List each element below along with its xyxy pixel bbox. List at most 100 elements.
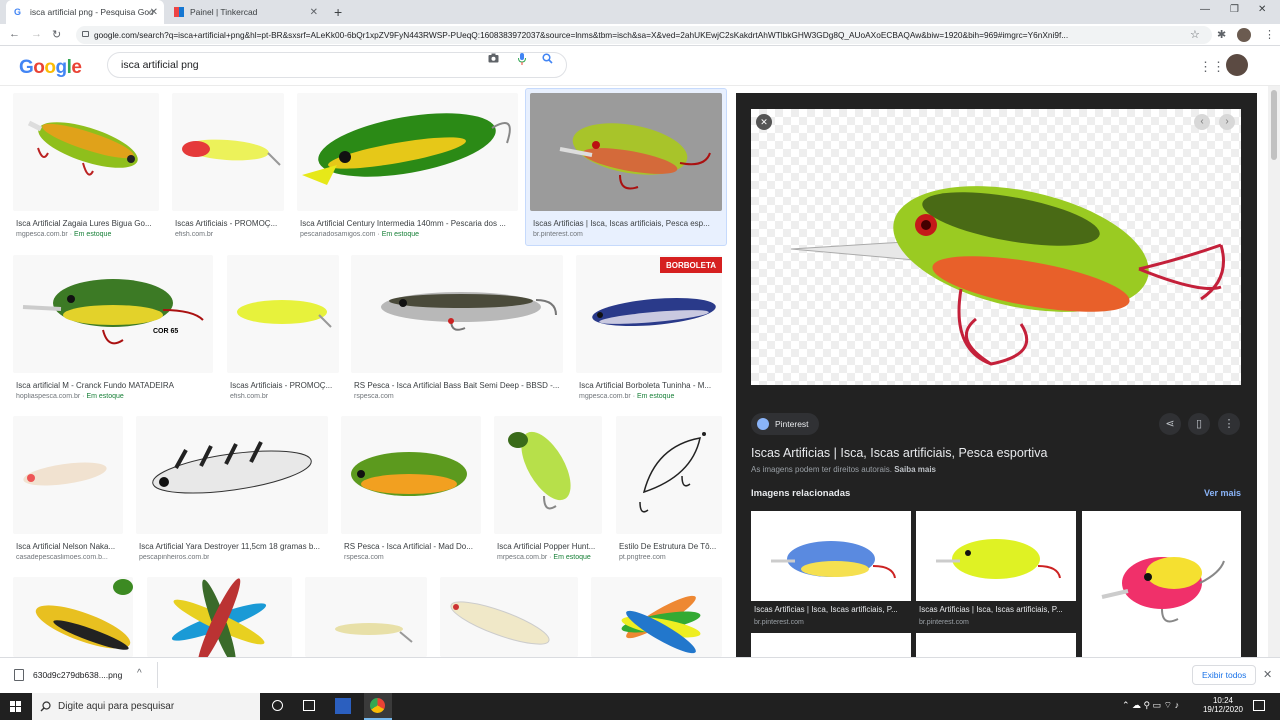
related-caption[interactable]: Iscas Artificias | Isca, Iscas artificia… bbox=[919, 605, 1075, 614]
google-logo[interactable]: Google bbox=[19, 57, 82, 79]
back-icon[interactable]: ← bbox=[9, 28, 20, 40]
close-download-bar-icon[interactable]: ✕ bbox=[1263, 668, 1272, 681]
camera-icon[interactable] bbox=[488, 53, 499, 66]
taskbar-app-icon[interactable] bbox=[335, 698, 351, 714]
result-thumbnail[interactable]: BORBOLETA bbox=[576, 255, 722, 373]
share-icon[interactable]: ⋖ bbox=[1159, 413, 1181, 435]
close-tab-icon[interactable]: ✕ bbox=[150, 7, 158, 18]
result-thumbnail[interactable] bbox=[136, 416, 328, 534]
result-caption[interactable]: Isca Artificial Nelson Naka... bbox=[16, 542, 122, 551]
search-icon[interactable] bbox=[542, 53, 553, 67]
chevron-up-icon[interactable]: ^ bbox=[137, 668, 142, 679]
result-source: mrpesca.com.br · Em estoque bbox=[497, 554, 591, 561]
result-thumbnail[interactable] bbox=[440, 577, 578, 657]
result-caption[interactable]: RS Pesca - Isca Artificial Bass Bait Sem… bbox=[354, 381, 562, 390]
show-all-button[interactable]: Exibir todos bbox=[1192, 665, 1257, 685]
apps-grid-icon[interactable]: ⋮⋮ bbox=[1199, 59, 1225, 75]
result-thumbnail[interactable] bbox=[341, 416, 481, 534]
restore-icon[interactable]: ❐ bbox=[1230, 4, 1239, 15]
taskbar-search-input[interactable]: Digite aqui para pesquisar bbox=[32, 693, 260, 720]
result-thumbnail[interactable] bbox=[494, 416, 602, 534]
source-site-chip[interactable]: Pinterest bbox=[751, 413, 819, 435]
see-more-link[interactable]: Ver mais bbox=[1204, 488, 1241, 498]
clock[interactable]: 10:24 19/12/2020 bbox=[1201, 696, 1245, 714]
result-caption[interactable]: Iscas Artificias | Isca, Iscas artificia… bbox=[533, 219, 721, 228]
result-thumbnail[interactable] bbox=[13, 416, 123, 534]
related-caption[interactable]: Iscas Artificias | Isca, Iscas artificia… bbox=[754, 605, 910, 614]
profile-avatar[interactable] bbox=[1237, 28, 1251, 42]
tab-title: isca artificial png - Pesquisa Goo bbox=[30, 7, 154, 17]
result-thumbnail[interactable] bbox=[13, 93, 159, 211]
related-image[interactable] bbox=[1082, 511, 1241, 657]
tab-tinkercad[interactable]: Painel | Tinkercad ✕ bbox=[166, 0, 324, 24]
tray-icons[interactable]: ⌃ ☁ ⚲ ▭ ⌔ ♪ bbox=[1122, 700, 1179, 711]
result-thumbnail[interactable] bbox=[172, 93, 284, 211]
result-caption[interactable]: RS Pesca - Isca Artificial - Mad Do... bbox=[344, 542, 480, 551]
result-source: efish.com.br bbox=[230, 393, 269, 400]
image-preview-panel: ✕ ‹ › Pinterest ⋖ ▯ ⋮ Iscas Artificias |… bbox=[736, 93, 1257, 657]
result-thumbnail[interactable] bbox=[305, 577, 427, 657]
source-site-name: Pinterest bbox=[775, 419, 809, 429]
related-images-heading: Imagens relacionadas bbox=[751, 488, 851, 499]
google-header: Google isca artificial png ⋮⋮ bbox=[0, 46, 1280, 86]
new-tab-icon[interactable]: + bbox=[334, 4, 342, 20]
lock-icon[interactable] bbox=[82, 31, 89, 37]
notifications-icon[interactable] bbox=[1253, 700, 1265, 711]
result-caption[interactable]: Isca artificial M - Cranck Fundo MATADEI… bbox=[16, 381, 212, 390]
reload-icon[interactable]: ↻ bbox=[52, 28, 61, 41]
result-caption[interactable]: Iscas Artificiais - PROMOÇ... bbox=[230, 381, 338, 390]
result-caption[interactable]: Isca Artificial Yara Destroyer 11,5cm 18… bbox=[139, 542, 327, 551]
minimize-icon[interactable]: — bbox=[1200, 4, 1210, 15]
result-caption[interactable]: Iscas Artificiais - PROMOÇ... bbox=[175, 219, 283, 228]
preview-title[interactable]: Iscas Artificias | Isca, Iscas artificia… bbox=[751, 446, 1047, 460]
task-view-icon[interactable] bbox=[303, 700, 315, 711]
result-thumbnail[interactable] bbox=[147, 577, 292, 657]
account-avatar[interactable] bbox=[1226, 54, 1248, 76]
result-thumbnail[interactable] bbox=[227, 255, 339, 373]
related-image[interactable] bbox=[916, 511, 1076, 601]
result-thumbnail[interactable] bbox=[591, 577, 722, 657]
learn-more-link[interactable]: Saiba mais bbox=[894, 465, 936, 474]
result-source: pescariadosamigos.com · Em estoque bbox=[300, 231, 420, 238]
result-caption[interactable]: Isca Artificial Century Intermedia 140mm… bbox=[300, 219, 518, 228]
result-source: efish.com.br bbox=[175, 231, 214, 238]
result-caption[interactable]: Estilo De Estrutura De Tô... bbox=[619, 542, 721, 551]
preview-image[interactable] bbox=[751, 109, 1241, 385]
url-field[interactable]: google.com/search?q=isca+artificial+png&… bbox=[76, 26, 1212, 44]
close-window-icon[interactable]: ✕ bbox=[1258, 4, 1266, 15]
more-options-icon[interactable]: ⋮ bbox=[1218, 413, 1240, 435]
related-image[interactable] bbox=[751, 633, 911, 657]
close-preview-icon[interactable]: ✕ bbox=[756, 114, 772, 130]
close-tab-icon[interactable]: ✕ bbox=[310, 7, 318, 18]
search-query-text: isca artificial png bbox=[121, 59, 199, 71]
related-image[interactable] bbox=[916, 633, 1076, 657]
cortana-icon[interactable] bbox=[272, 700, 283, 711]
windows-start-icon[interactable] bbox=[10, 701, 21, 712]
save-bookmark-icon[interactable]: ▯ bbox=[1188, 413, 1210, 435]
cor-65-label: COR 65 bbox=[153, 328, 178, 335]
result-thumbnail[interactable]: COR 65 bbox=[13, 255, 213, 373]
related-image[interactable] bbox=[751, 511, 911, 601]
microphone-icon[interactable] bbox=[518, 53, 526, 68]
tab-google-search[interactable]: G isca artificial png - Pesquisa Goo ✕ bbox=[6, 0, 164, 24]
result-caption[interactable]: Isca Artificial Borboleta Tuninha - M... bbox=[579, 381, 721, 390]
taskbar-chrome-button[interactable] bbox=[364, 693, 392, 720]
result-caption[interactable]: Isca Artificial Popper Hunt... bbox=[497, 542, 601, 551]
result-caption[interactable]: Isca Artificial Zagaia Lures Bigua Go... bbox=[16, 219, 158, 228]
result-thumbnail[interactable] bbox=[530, 93, 722, 211]
extensions-icon[interactable]: ✱ bbox=[1217, 28, 1226, 41]
url-text: google.com/search?q=isca+artificial+png&… bbox=[94, 30, 1069, 40]
result-thumbnail[interactable] bbox=[297, 93, 518, 211]
scrollbar-thumb[interactable] bbox=[1271, 90, 1277, 160]
result-thumbnail[interactable] bbox=[13, 577, 133, 657]
result-thumbnail[interactable] bbox=[351, 255, 563, 373]
bookmark-star-icon[interactable]: ☆ bbox=[1190, 28, 1200, 41]
menu-dots-icon[interactable]: ⋮ bbox=[1264, 28, 1275, 41]
forward-icon[interactable]: → bbox=[31, 28, 42, 40]
download-filename[interactable]: 630d9c279db638....png bbox=[33, 670, 122, 680]
next-image-icon[interactable]: › bbox=[1219, 114, 1235, 130]
page-scrollbar[interactable] bbox=[1268, 86, 1280, 657]
result-source: casadepescaslimoes.com.b... bbox=[16, 554, 108, 561]
prev-image-icon[interactable]: ‹ bbox=[1194, 114, 1210, 130]
result-thumbnail[interactable] bbox=[616, 416, 722, 534]
